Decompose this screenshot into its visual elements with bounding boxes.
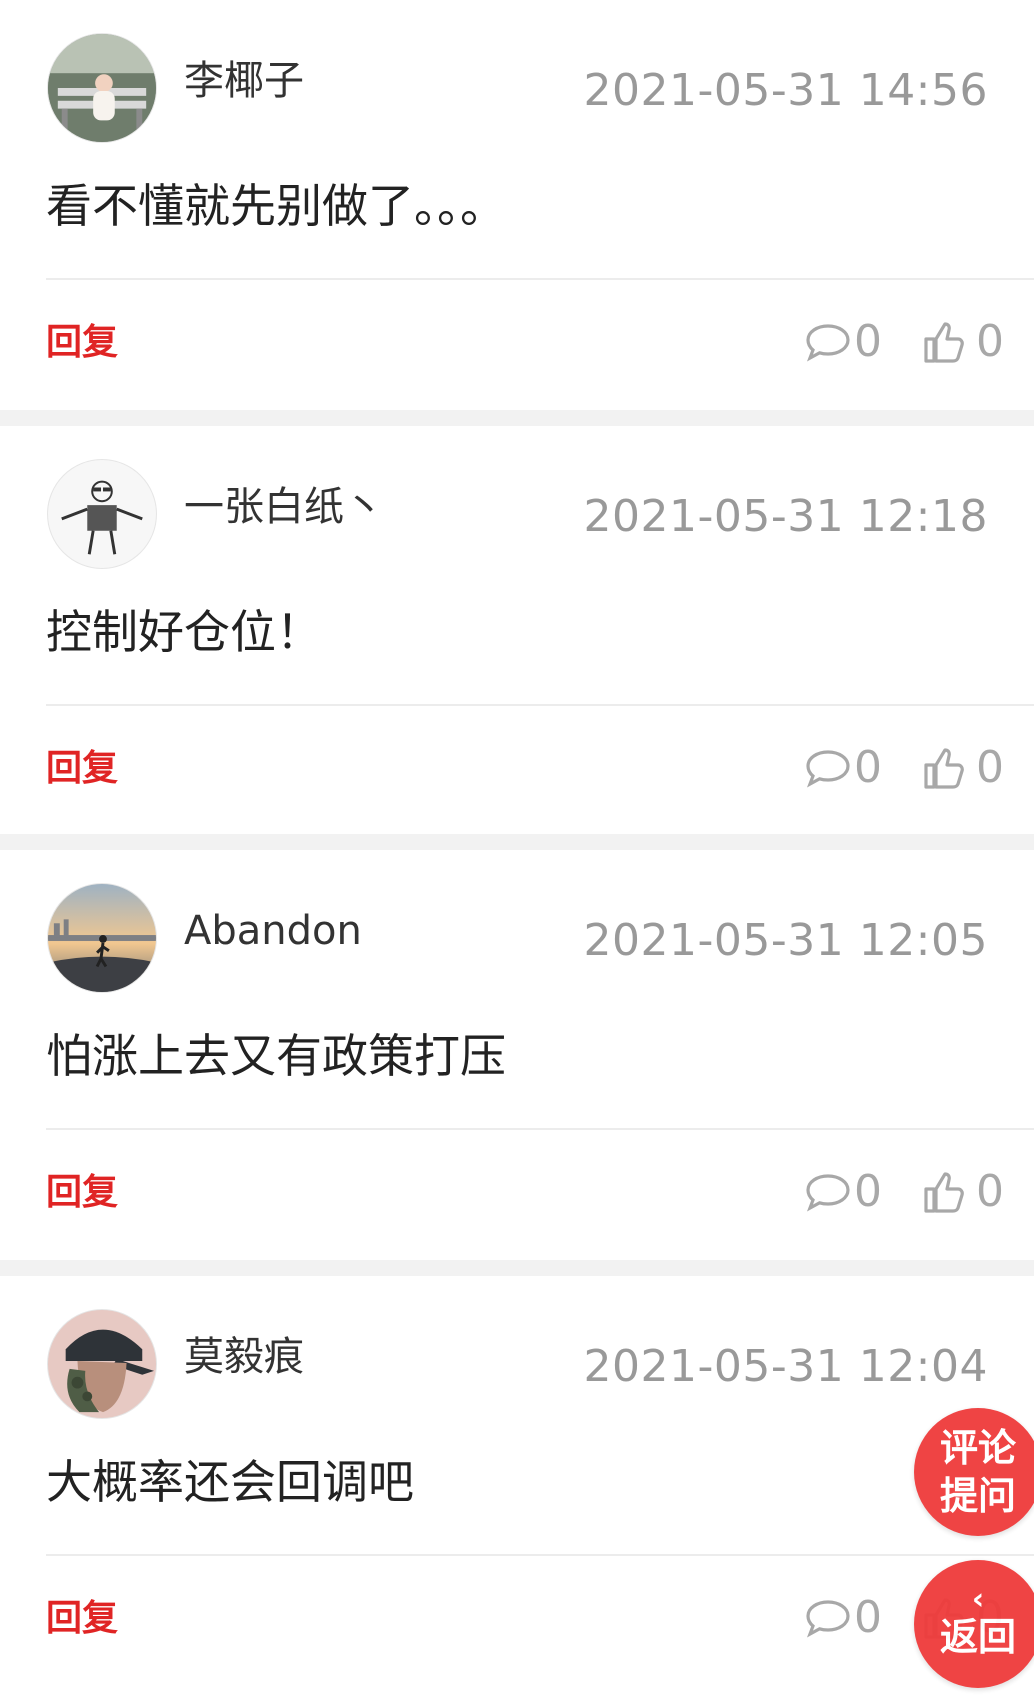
speech-bubble-icon bbox=[806, 324, 850, 362]
like-count: 0 bbox=[976, 1166, 1004, 1217]
reply-count: 0 bbox=[854, 316, 882, 367]
avatar[interactable] bbox=[47, 1309, 157, 1419]
speech-bubble-icon bbox=[806, 1600, 850, 1638]
comment-list: 李椰子 2021-05-31 14:56 看不懂就先别做了。。。 回复 0 0 bbox=[0, 0, 1034, 1706]
reply-count-button[interactable]: 0 bbox=[804, 740, 882, 796]
username[interactable]: Abandon bbox=[184, 906, 362, 956]
avatar-image bbox=[48, 34, 156, 142]
comment-ask-button[interactable]: 评论 提问 bbox=[914, 1408, 1034, 1536]
reply-button[interactable]: 回复 bbox=[46, 746, 118, 792]
username[interactable]: 一张白纸丶 bbox=[184, 482, 384, 532]
avatar-image bbox=[48, 1310, 156, 1418]
comment-card: 莫毅痕 2021-05-31 12:04 大概率还会回调吧 回复 0 0 bbox=[0, 1276, 1034, 1706]
like-button[interactable]: 0 bbox=[922, 314, 1004, 370]
comment-text: 控制好仓位！ bbox=[46, 605, 322, 659]
reply-button[interactable]: 回复 bbox=[46, 320, 118, 366]
reply-count: 0 bbox=[854, 742, 882, 793]
avatar-image bbox=[48, 460, 156, 568]
divider bbox=[46, 1554, 1034, 1556]
reply-count-button[interactable]: 0 bbox=[804, 1164, 882, 1220]
thumbs-up-icon bbox=[924, 1172, 964, 1213]
reply-button[interactable]: 回复 bbox=[46, 1170, 118, 1216]
avatar[interactable] bbox=[47, 33, 157, 143]
timestamp: 2021-05-31 12:18 bbox=[583, 491, 988, 542]
username[interactable]: 李椰子 bbox=[184, 56, 304, 106]
reply-button[interactable]: 回复 bbox=[46, 1596, 118, 1642]
avatar[interactable] bbox=[47, 459, 157, 569]
like-button[interactable]: 0 bbox=[922, 740, 1004, 796]
speech-bubble-icon bbox=[806, 750, 850, 788]
username[interactable]: 莫毅痕 bbox=[184, 1332, 304, 1382]
timestamp: 2021-05-31 12:04 bbox=[583, 1341, 988, 1392]
reply-count-button[interactable]: 0 bbox=[804, 1590, 882, 1646]
timestamp: 2021-05-31 14:56 bbox=[583, 65, 988, 116]
timestamp: 2021-05-31 12:05 bbox=[583, 915, 988, 966]
reply-count: 0 bbox=[854, 1166, 882, 1217]
avatar-image bbox=[48, 884, 156, 992]
comment-text: 看不懂就先别做了。。。 bbox=[46, 179, 506, 233]
chevron-left-icon: ‹ bbox=[971, 1582, 985, 1617]
comment-card: 李椰子 2021-05-31 14:56 看不懂就先别做了。。。 回复 0 0 bbox=[0, 0, 1034, 410]
thumbs-up-icon bbox=[924, 748, 964, 789]
like-count: 0 bbox=[976, 742, 1004, 793]
like-button[interactable]: 0 bbox=[922, 1164, 1004, 1220]
thumbs-up-icon bbox=[924, 322, 964, 363]
reply-count-button[interactable]: 0 bbox=[804, 314, 882, 370]
back-label: 返回 bbox=[939, 1615, 1016, 1659]
back-button[interactable]: ‹ 返回 bbox=[914, 1560, 1034, 1688]
comment-card: Abandon 2021-05-31 12:05 怕涨上去又有政策打压 回复 0… bbox=[0, 850, 1034, 1260]
comment-ask-label-line2: 提问 bbox=[939, 1474, 1016, 1518]
comment-ask-label-line1: 评论 bbox=[939, 1426, 1016, 1470]
like-count: 0 bbox=[976, 316, 1004, 367]
speech-bubble-icon bbox=[806, 1174, 850, 1212]
divider bbox=[46, 1128, 1034, 1130]
comment-card: 一张白纸丶 2021-05-31 12:18 控制好仓位！ 回复 0 0 bbox=[0, 426, 1034, 834]
reply-count: 0 bbox=[854, 1592, 882, 1643]
avatar[interactable] bbox=[47, 883, 157, 993]
comment-text: 怕涨上去又有政策打压 bbox=[46, 1029, 506, 1083]
divider bbox=[46, 278, 1034, 280]
comment-text: 大概率还会回调吧 bbox=[46, 1455, 414, 1509]
divider bbox=[46, 704, 1034, 706]
